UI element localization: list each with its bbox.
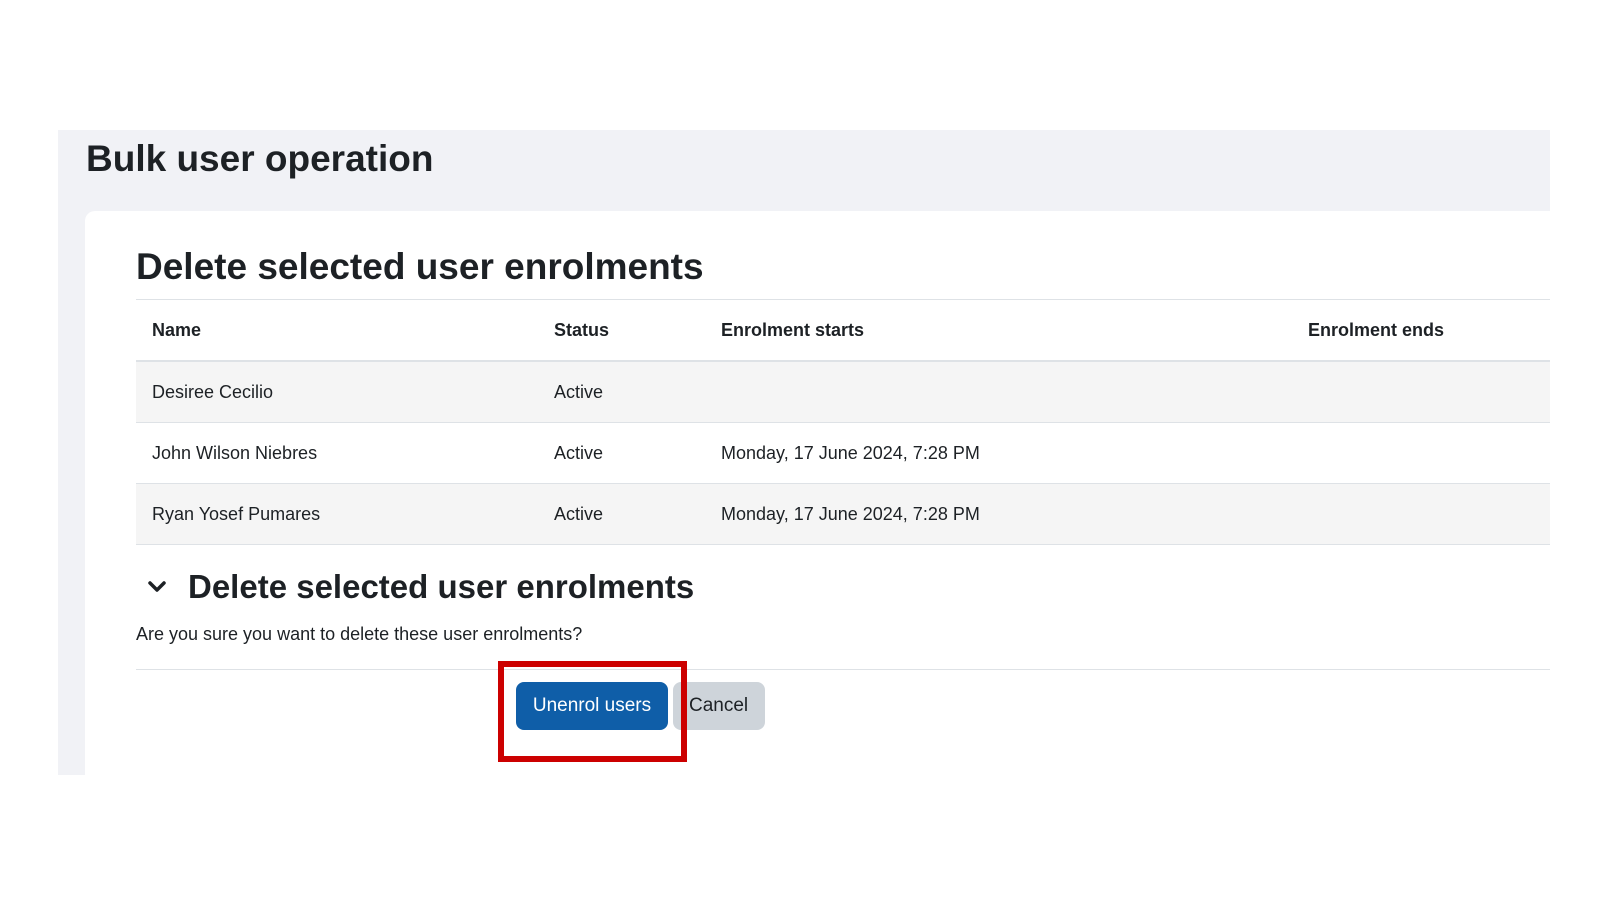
column-header-enrolment-starts: Enrolment starts bbox=[721, 319, 865, 340]
cell-status: Active bbox=[554, 442, 604, 463]
cell-name: Ryan Yosef Pumares bbox=[152, 503, 321, 524]
confirm-section-title: Delete selected user enrolments bbox=[188, 568, 695, 605]
table-row: John Wilson Niebres Active Monday, 17 Ju… bbox=[136, 422, 1550, 484]
chevron-down-icon[interactable] bbox=[146, 576, 168, 598]
confirm-message: Are you sure you want to delete these us… bbox=[136, 624, 583, 644]
section-title: Delete selected user enrolments bbox=[136, 246, 704, 287]
cell-status: Active bbox=[554, 503, 604, 524]
cell-enrolment-starts: Monday, 17 June 2024, 7:28 PM bbox=[721, 442, 980, 463]
cell-enrolment-ends bbox=[1292, 423, 1550, 484]
cell-name: John Wilson Niebres bbox=[152, 442, 318, 463]
cell-enrolment-starts: Monday, 17 June 2024, 7:28 PM bbox=[721, 503, 980, 524]
cell-enrolment-ends bbox=[1292, 484, 1550, 545]
column-header-enrolment-ends: Enrolment ends bbox=[1308, 319, 1445, 340]
table-row: Desiree Cecilio Active bbox=[136, 361, 1550, 423]
enrolments-table: Name Status Enrolment starts Enrolment e… bbox=[136, 299, 1550, 545]
column-header-name: Name bbox=[152, 319, 202, 340]
page-title: Bulk user operation bbox=[86, 138, 434, 179]
table-row: Ryan Yosef Pumares Active Monday, 17 Jun… bbox=[136, 483, 1550, 545]
cell-enrolment-starts bbox=[705, 361, 1292, 423]
unenrol-users-button[interactable]: Unenrol users bbox=[516, 682, 668, 730]
cell-enrolment-ends bbox=[1292, 361, 1550, 423]
confirm-section-toggle[interactable]: Delete selected user enrolments bbox=[146, 565, 694, 609]
cancel-button[interactable]: Cancel bbox=[673, 682, 765, 730]
cell-status: Active bbox=[554, 381, 604, 402]
column-header-status: Status bbox=[554, 319, 610, 340]
divider bbox=[136, 669, 1550, 670]
table-header-row: Name Status Enrolment starts Enrolment e… bbox=[136, 299, 1550, 361]
cell-name: Desiree Cecilio bbox=[152, 381, 274, 402]
